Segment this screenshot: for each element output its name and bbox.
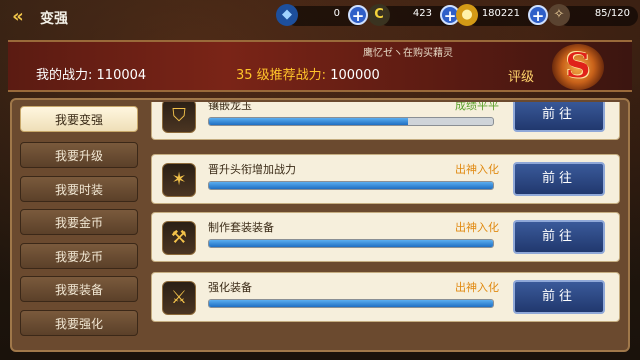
recommended-power-label: 35 级推荐战力: — [236, 68, 327, 83]
shield-gem-icon: ⛉ — [162, 102, 196, 133]
my-power: 我的战力: 110004 — [36, 64, 146, 83]
sidebar-item-get-stronger[interactable]: 我要变强 — [20, 106, 138, 132]
progress-bar — [208, 299, 494, 308]
progress-fill — [209, 300, 493, 307]
my-power-label: 我的战力: — [36, 68, 93, 83]
back-arrow-icon[interactable]: « — [6, 6, 30, 28]
anvil-icon: ⚒ — [162, 221, 196, 255]
add-diamond-button[interactable]: + — [348, 5, 368, 25]
task-status: 成绩平平 — [455, 102, 499, 112]
stamina-value: 85/120 — [594, 8, 630, 19]
task-status: 出神入化 — [455, 163, 499, 176]
diamond-value: 0 — [333, 8, 340, 19]
task-card: ⚔ 强化装备 出神入化 前往 — [151, 272, 620, 322]
dragon-coin-icon: C — [368, 4, 390, 26]
gold-value: 180221 — [481, 8, 520, 19]
sidebar-item-dragon-coin[interactable]: 我要龙币 — [20, 243, 138, 269]
task-name: 镶嵌龙玉 — [208, 102, 252, 112]
task-card: ⛉ 镶嵌龙玉 成绩平平 前往 — [151, 102, 620, 140]
dragon-coin-counter: C 423 + — [368, 4, 460, 26]
task-name: 强化装备 — [208, 281, 252, 294]
progress-fill — [209, 240, 493, 247]
go-button[interactable]: 前往 — [513, 102, 605, 132]
recommended-power: 35 级推荐战力: 100000 — [236, 64, 380, 83]
task-card: ✶ 晋升头衔增加战力 出神入化 前往 — [151, 154, 620, 204]
my-power-value: 110004 — [96, 68, 147, 83]
progress-bar — [208, 239, 494, 248]
page-title: 变强 — [40, 11, 68, 27]
task-list: ⛉ 镶嵌龙玉 成绩平平 前往 ✶ 晋升头衔增加战力 出神入化 前往 ⚒ 制作套装… — [151, 102, 620, 342]
sidebar-item-gold[interactable]: 我要金币 — [20, 209, 138, 235]
progress-fill — [209, 118, 408, 125]
stamina-counter: ✧ 85/120 — [548, 4, 638, 26]
power-banner: 鹰忆ゼヽ在购买藉灵 我的战力: 110004 35 级推荐战力: 100000 … — [8, 40, 632, 92]
sidebar-item-enhance[interactable]: 我要强化 — [20, 310, 138, 336]
dragon-coin-value: 423 — [412, 8, 432, 19]
diamond-icon: ◆ — [276, 4, 298, 26]
stamina-wing-icon: ✧ — [548, 4, 570, 26]
add-gold-button[interactable]: + — [528, 5, 548, 25]
grade-letter: S — [565, 46, 591, 86]
sidebar-item-equipment[interactable]: 我要装备 — [20, 276, 138, 302]
go-button[interactable]: 前往 — [513, 280, 605, 314]
sidebar-item-fashion[interactable]: 我要时装 — [20, 176, 138, 202]
news-ticker: 鹰忆ゼヽ在购买藉灵 — [363, 48, 453, 59]
top-bar: « 变强 ◆ 0 + C 423 + ● 180221 + ✧ 85/120 — [0, 0, 640, 36]
go-button[interactable]: 前往 — [513, 220, 605, 254]
progress-bar — [208, 117, 494, 126]
sidebar-item-level-up[interactable]: 我要升级 — [20, 142, 138, 168]
task-status: 出神入化 — [455, 281, 499, 294]
sword-upgrade-icon: ⚔ — [162, 281, 196, 315]
progress-bar — [208, 181, 494, 190]
go-button[interactable]: 前往 — [513, 162, 605, 196]
diamond-counter: ◆ 0 + — [276, 4, 368, 26]
grade-badge: S — [552, 44, 604, 90]
progress-fill — [209, 182, 493, 189]
grade-label: 评级 — [508, 70, 535, 85]
gold-coin-icon: ● — [456, 4, 478, 26]
gold-counter: ● 180221 + — [456, 4, 548, 26]
task-status: 出神入化 — [455, 221, 499, 234]
task-name: 晋升头衔增加战力 — [208, 163, 296, 176]
task-name: 制作套装装备 — [208, 221, 274, 234]
winged-emblem-icon: ✶ — [162, 163, 196, 197]
recommended-power-value: 100000 — [330, 68, 380, 83]
task-card: ⚒ 制作套装装备 出神入化 前往 — [151, 212, 620, 262]
